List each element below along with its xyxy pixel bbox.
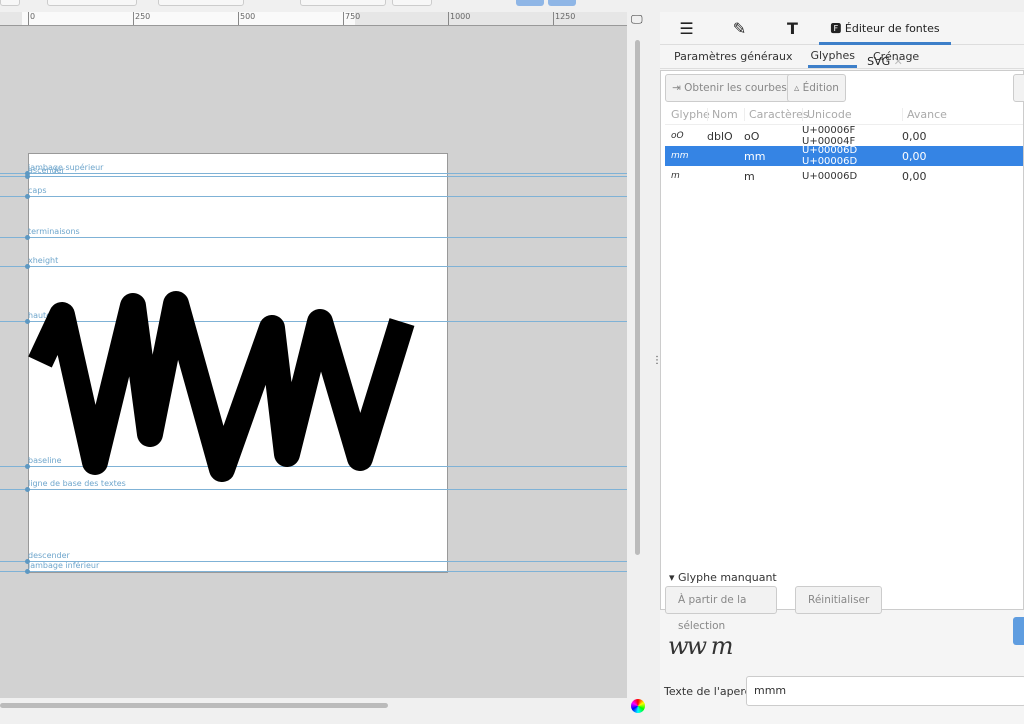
drawing-canvas[interactable]: jambage supérieur ascender caps terminaison… [0,26,627,698]
tab-general-settings[interactable]: Paramètres généraux [672,47,794,66]
cell-unicode: U+00006D [802,170,858,182]
get-curves-button[interactable]: ⇥ Obtenir les courbes [665,74,794,102]
horizontal-ruler: 0 250 500 750 1000 1250 [0,12,627,26]
horizontal-scrollbar[interactable] [0,703,388,708]
cell-name[interactable]: dblO [707,130,744,143]
more-button[interactable] [1013,74,1024,102]
glyph-drawing[interactable] [0,26,627,698]
cell-chars[interactable]: oO [744,130,802,143]
header-chars[interactable]: Caractères [744,108,809,121]
font-editor-panel: ☰ ✎ T 🅵 Éditeur de fontes SVG ✕ Paramètr… [660,12,1024,724]
tab-kerning[interactable]: Crénage [871,47,921,66]
glyph-thumbnail: mm [671,151,689,161]
reset-button[interactable]: Réinitialiser [795,586,883,614]
font-icon: 🅵 [830,21,845,35]
toolbar-toggle[interactable] [548,0,576,6]
header-unicode[interactable]: Unicode [802,108,902,121]
layers-icon[interactable]: ☰ [660,19,713,38]
display-mode-icon[interactable]: 🖵 [631,12,643,27]
vertical-scrollbar[interactable] [635,40,640,555]
tab-svg-font-editor[interactable]: 🅵 Éditeur de fontes SVG ✕ [819,12,951,68]
edit-button[interactable]: ▵ Édition [787,74,846,102]
toolbar-field[interactable] [300,0,386,6]
color-picker-icon[interactable] [631,699,645,713]
ruler-tick: 250 [133,12,150,25]
cell-advance[interactable]: 0,00 [902,150,982,163]
ruler-tick: 1000 [448,12,470,25]
header-advance[interactable]: Avance [902,108,982,121]
cell-advance[interactable]: 0,00 [902,170,982,183]
table-row[interactable]: oO dblO oO U+00006F U+00004F 0,00 [665,125,1023,147]
cell-advance[interactable]: 0,00 [902,130,982,143]
from-selection-button[interactable]: À partir de la sélection [665,586,777,632]
cell-chars[interactable]: m [744,170,802,183]
glyph-thumbnail: m [671,171,680,181]
glyph-thumbnail: oO [671,131,684,141]
edit-icon: ▵ [794,82,803,94]
curves-icon: ⇥ [672,82,685,94]
cell-chars[interactable]: mm [744,150,802,163]
toolbar-field[interactable] [47,0,137,6]
toolbar-toggle[interactable] [516,0,544,6]
header-glyph[interactable]: Glyphe [665,108,710,121]
header-name[interactable]: Nom [707,108,744,121]
ruler-tick: 750 [343,12,360,25]
panel-menu-button[interactable] [1013,617,1024,645]
cell-unicode: U+00006D U+00006D [802,145,858,167]
ruler-tick: 500 [238,12,255,25]
toolbar-field[interactable] [0,0,20,6]
preview-text-input[interactable]: mmm [746,676,1024,706]
toolbar-field[interactable] [158,0,244,6]
text-icon[interactable]: T [766,19,819,38]
table-header: Glyphe Nom Caractères Unicode Avance [665,105,1023,125]
table-row[interactable]: m m U+00006D 0,00 [665,166,1023,186]
tab-glyphs[interactable]: Glyphes [808,46,857,68]
table-row[interactable]: mm mm U+00006D U+00006D 0,00 [665,145,1023,167]
cell-unicode: U+00006F U+00004F [802,125,856,147]
top-toolbar [0,0,660,12]
missing-glyph-expander[interactable]: ▾ Glyphe manquant [669,571,777,584]
pen-icon[interactable]: ✎ [713,19,766,38]
glyphs-pane: ⇥ Obtenir les courbes ▵ Édition Glyphe N… [660,70,1024,645]
toolbar-field[interactable] [392,0,432,6]
ruler-tick: 1250 [553,12,575,25]
font-preview: ww m [668,632,733,660]
ruler-tick: 0 [28,12,35,25]
missing-glyph-section: ▾ Glyphe manquant À partir de la sélecti… [665,571,883,632]
